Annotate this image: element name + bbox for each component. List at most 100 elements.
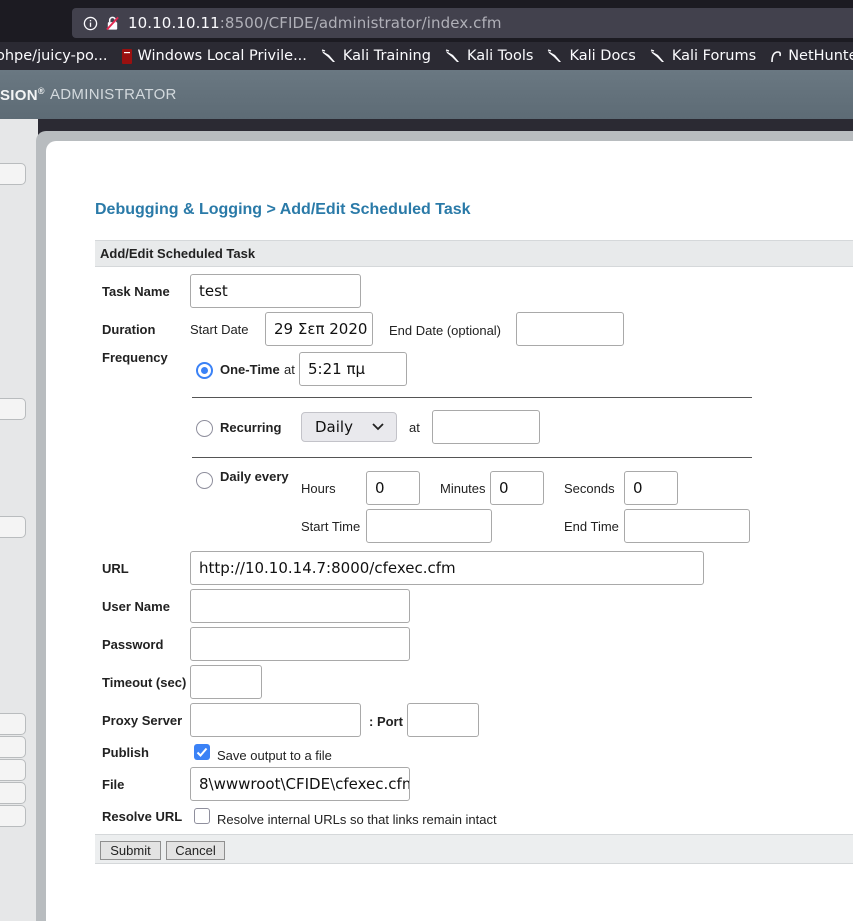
bookmark-label: Kali Training bbox=[342, 48, 431, 64]
resolve-url-label: Resolve URL bbox=[102, 809, 183, 824]
proxy-server-label: Proxy Server bbox=[102, 713, 183, 728]
administrator-label: ADMINISTRATOR bbox=[50, 86, 177, 103]
file-icon bbox=[121, 48, 132, 64]
url-host: 10.10.10.11 bbox=[128, 14, 220, 32]
start-time-label: Start Time bbox=[301, 519, 361, 534]
recurring-label: Recurring bbox=[220, 420, 282, 435]
bookmark-label: ohpe/juicy-po... bbox=[0, 48, 108, 64]
url-path: :8500/CFIDE/administrator/index.cfm bbox=[219, 14, 502, 32]
divider bbox=[192, 397, 752, 398]
left-sidebar bbox=[0, 119, 38, 921]
checkmark-icon bbox=[196, 747, 208, 757]
end-time-input[interactable] bbox=[624, 509, 750, 543]
bookmark-label: Kali Docs bbox=[569, 48, 636, 64]
kali-dragon-icon bbox=[548, 49, 562, 62]
bookmark-kali-training[interactable]: Kali Training bbox=[321, 48, 431, 64]
info-icon[interactable] bbox=[80, 13, 100, 33]
bookmark-kali-forums[interactable]: Kali Forums bbox=[650, 48, 756, 64]
product-brand: SION® bbox=[0, 86, 45, 104]
bookmark-label: Kali Forums bbox=[671, 48, 757, 64]
cancel-button[interactable]: Cancel bbox=[166, 841, 225, 860]
sidebar-button[interactable] bbox=[0, 163, 26, 185]
recurring-interval-select[interactable]: Daily bbox=[301, 412, 397, 442]
page-title: Debugging & Logging > Add/Edit Scheduled… bbox=[95, 201, 471, 218]
file-label: File bbox=[102, 777, 125, 792]
form-footer: Submit Cancel bbox=[95, 834, 853, 864]
submit-button[interactable]: Submit bbox=[100, 841, 161, 860]
section-title: Add/Edit Scheduled Task bbox=[100, 246, 256, 261]
timeout-input[interactable] bbox=[190, 665, 262, 699]
duration-label: Duration bbox=[102, 322, 156, 337]
file-input[interactable]: 8\wwwroot\CFIDE\cfexec.cfm bbox=[190, 767, 410, 801]
proxy-server-input[interactable] bbox=[190, 703, 361, 737]
address-bar[interactable]: 10.10.10.11:8500/CFIDE/administrator/ind… bbox=[72, 8, 853, 38]
daily-every-radio[interactable] bbox=[196, 472, 213, 489]
sidebar-button[interactable] bbox=[0, 782, 26, 804]
registered-mark: ® bbox=[37, 86, 45, 96]
end-date-input[interactable] bbox=[516, 312, 624, 346]
task-name-label: Task Name bbox=[102, 284, 170, 299]
frequency-label: Frequency bbox=[102, 350, 168, 365]
username-input[interactable] bbox=[190, 589, 410, 623]
url-text[interactable]: 10.10.10.11:8500/CFIDE/administrator/ind… bbox=[128, 14, 502, 32]
admin-header: SION® ADMINISTRATOR bbox=[0, 70, 853, 119]
one-time-time-input[interactable]: 5:21 πμ bbox=[299, 352, 407, 386]
kali-dragon-icon bbox=[321, 49, 335, 62]
sidebar-button[interactable] bbox=[0, 398, 26, 420]
sidebar-button[interactable] bbox=[0, 713, 26, 735]
password-input[interactable] bbox=[190, 627, 410, 661]
brand-text: SION bbox=[0, 87, 38, 104]
task-name-input[interactable]: test bbox=[190, 274, 361, 308]
start-date-label: Start Date bbox=[190, 322, 249, 337]
kali-dragon-icon bbox=[445, 49, 459, 62]
seconds-label: Seconds bbox=[564, 481, 615, 496]
url-input[interactable]: http://10.10.14.7:8000/cfexec.cfm bbox=[190, 551, 704, 585]
one-time-radio[interactable] bbox=[196, 362, 213, 379]
publish-label: Publish bbox=[102, 745, 149, 760]
start-time-input[interactable] bbox=[366, 509, 492, 543]
hours-label: Hours bbox=[301, 481, 336, 496]
end-date-label: End Date (optional) bbox=[389, 323, 502, 338]
recurring-radio[interactable] bbox=[196, 420, 213, 437]
password-label: Password bbox=[102, 637, 164, 652]
bookmark-label: Windows Local Privile... bbox=[137, 48, 307, 64]
start-date-input[interactable]: 29 Σεπ 2020 bbox=[265, 312, 373, 346]
username-label: User Name bbox=[102, 599, 170, 614]
bookmark-kali-tools[interactable]: Kali Tools bbox=[445, 48, 533, 64]
sidebar-button[interactable] bbox=[0, 736, 26, 758]
recurring-at-label: at bbox=[409, 420, 420, 435]
recurring-time-input[interactable] bbox=[432, 410, 540, 444]
hours-input[interactable]: 0 bbox=[366, 471, 420, 505]
timeout-label: Timeout (sec) bbox=[102, 675, 187, 690]
browser-toolbar: 10.10.10.11:8500/CFIDE/administrator/ind… bbox=[0, 0, 853, 42]
one-time-label: One-Time bbox=[220, 362, 280, 377]
chevron-down-icon bbox=[372, 423, 384, 431]
bookmark-juicy-potato[interactable]: ohpe/juicy-po... bbox=[0, 48, 108, 64]
bookmark-nethunter[interactable]: NetHunter bbox=[770, 48, 853, 64]
insecure-lock-icon[interactable] bbox=[102, 13, 122, 33]
publish-text: Save output to a file bbox=[217, 748, 332, 763]
resolve-url-checkbox[interactable] bbox=[194, 808, 210, 824]
port-input[interactable] bbox=[407, 703, 479, 737]
url-label: URL bbox=[102, 561, 129, 576]
bookmarks-toolbar: ohpe/juicy-po... Windows Local Privile..… bbox=[0, 42, 853, 70]
publish-checkbox[interactable] bbox=[194, 744, 210, 760]
divider bbox=[192, 457, 752, 458]
daily-every-label: Daily every bbox=[220, 469, 289, 484]
sidebar-button[interactable] bbox=[0, 759, 26, 781]
bookmark-label: NetHunter bbox=[788, 48, 853, 64]
minutes-input[interactable]: 0 bbox=[490, 471, 544, 505]
one-time-at-label: at bbox=[284, 362, 295, 377]
seconds-input[interactable]: 0 bbox=[624, 471, 678, 505]
port-label: : Port bbox=[369, 714, 403, 729]
kali-dragon-icon bbox=[650, 49, 664, 62]
recurring-interval-value: Daily bbox=[315, 418, 353, 436]
sidebar-button[interactable] bbox=[0, 516, 26, 538]
end-time-label: End Time bbox=[564, 519, 619, 534]
minutes-label: Minutes bbox=[440, 481, 486, 496]
sidebar-button[interactable] bbox=[0, 805, 26, 827]
bookmark-windows-privesc[interactable]: Windows Local Privile... bbox=[121, 48, 307, 64]
bookmark-kali-docs[interactable]: Kali Docs bbox=[547, 48, 636, 64]
resolve-url-text: Resolve internal URLs so that links rema… bbox=[217, 812, 497, 827]
nethunter-icon bbox=[771, 51, 782, 63]
